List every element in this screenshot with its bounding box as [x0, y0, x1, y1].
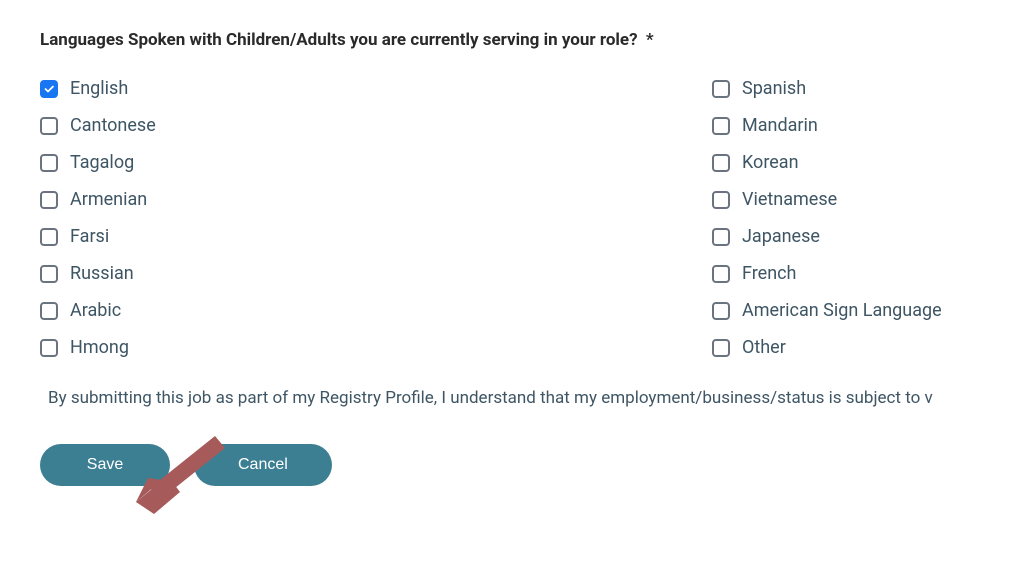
checkbox-tagalog[interactable] — [40, 154, 58, 172]
checkbox-row-english[interactable]: English — [40, 78, 512, 99]
checkbox-mandarin[interactable] — [712, 117, 730, 135]
checkbox-armenian[interactable] — [40, 191, 58, 209]
checkbox-label: English — [70, 78, 128, 99]
checkbox-label: Cantonese — [70, 115, 156, 136]
checkbox-label: American Sign Language — [742, 300, 942, 321]
checkbox-vietnamese[interactable] — [712, 191, 730, 209]
required-marker: * — [646, 30, 654, 50]
checkbox-row-hmong[interactable]: Hmong — [40, 337, 512, 358]
checkbox-label: Vietnamese — [742, 189, 837, 210]
checkbox-label: French — [742, 263, 796, 284]
checkbox-label: Mandarin — [742, 115, 818, 136]
checkbox-row-tagalog[interactable]: Tagalog — [40, 152, 512, 173]
checkbox-japanese[interactable] — [712, 228, 730, 246]
check-icon — [43, 83, 55, 95]
language-checkbox-grid: English Spanish Cantonese Mandarin Tagal… — [40, 78, 984, 358]
checkbox-korean[interactable] — [712, 154, 730, 172]
checkbox-label: Japanese — [742, 226, 820, 247]
checkbox-row-french[interactable]: French — [512, 263, 984, 284]
checkbox-russian[interactable] — [40, 265, 58, 283]
cancel-button[interactable]: Cancel — [194, 444, 332, 486]
checkbox-spanish[interactable] — [712, 80, 730, 98]
checkbox-asl[interactable] — [712, 302, 730, 320]
checkbox-row-vietnamese[interactable]: Vietnamese — [512, 189, 984, 210]
question-label: Languages Spoken with Children/Adults yo… — [40, 30, 984, 50]
checkbox-cantonese[interactable] — [40, 117, 58, 135]
button-row: Save Cancel — [40, 444, 984, 486]
checkbox-english[interactable] — [40, 80, 58, 98]
disclaimer-text: By submitting this job as part of my Reg… — [40, 388, 984, 408]
checkbox-label: Korean — [742, 152, 799, 173]
checkbox-hmong[interactable] — [40, 339, 58, 357]
checkbox-row-spanish[interactable]: Spanish — [512, 78, 984, 99]
checkbox-row-arabic[interactable]: Arabic — [40, 300, 512, 321]
checkbox-row-japanese[interactable]: Japanese — [512, 226, 984, 247]
checkbox-row-asl[interactable]: American Sign Language — [512, 300, 984, 321]
checkbox-label: Arabic — [70, 300, 121, 321]
question-text: Languages Spoken with Children/Adults yo… — [40, 30, 638, 50]
checkbox-arabic[interactable] — [40, 302, 58, 320]
checkbox-row-cantonese[interactable]: Cantonese — [40, 115, 512, 136]
checkbox-row-farsi[interactable]: Farsi — [40, 226, 512, 247]
save-button[interactable]: Save — [40, 444, 170, 486]
checkbox-farsi[interactable] — [40, 228, 58, 246]
checkbox-label: Spanish — [742, 78, 806, 99]
checkbox-french[interactable] — [712, 265, 730, 283]
checkbox-row-other[interactable]: Other — [512, 337, 984, 358]
checkbox-row-mandarin[interactable]: Mandarin — [512, 115, 984, 136]
checkbox-row-korean[interactable]: Korean — [512, 152, 984, 173]
checkbox-label: Hmong — [70, 337, 129, 358]
checkbox-label: Other — [742, 337, 786, 358]
checkbox-label: Russian — [70, 263, 134, 284]
checkbox-label: Farsi — [70, 226, 109, 247]
checkbox-other[interactable] — [712, 339, 730, 357]
checkbox-label: Tagalog — [70, 152, 134, 173]
checkbox-label: Armenian — [70, 189, 147, 210]
checkbox-row-armenian[interactable]: Armenian — [40, 189, 512, 210]
checkbox-row-russian[interactable]: Russian — [40, 263, 512, 284]
